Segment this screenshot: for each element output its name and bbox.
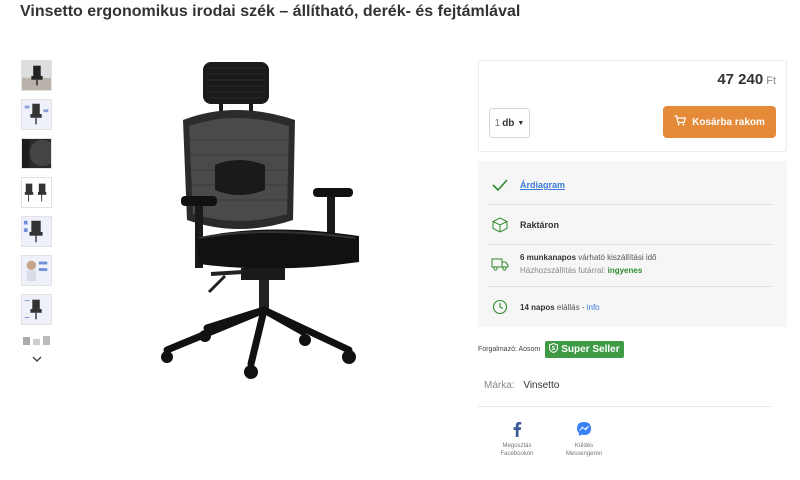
add-to-cart-label: Kosárba rakom [692,116,765,128]
super-seller-label: Super Seller [561,344,620,355]
stock-row: Raktáron [490,215,775,235]
product-main-image[interactable] [155,60,375,386]
price-display: 47 240 Ft [717,71,776,88]
thumbnail-7[interactable] [21,294,52,325]
share-facebook-button[interactable]: Megosztás Facebookon [492,420,542,458]
price-box: 47 240 Ft 1 db ▼ Kosárba rakom [478,60,787,152]
delivery-text: várható kiszállítási idő [578,253,657,262]
truck-icon [490,254,510,274]
quantity-number: 1 [494,117,501,129]
thumbnail-strip [21,60,53,365]
quantity-unit: db [502,117,515,129]
quantity-select[interactable]: 1 db ▼ [489,108,530,138]
caret-down-icon: ▼ [517,119,525,127]
messenger-share-line2: Messengeren [565,451,603,457]
delivery-row: 6 munkanapos várható kiszállítási idő Há… [490,251,775,277]
divider [488,286,773,287]
price-chart-row: Árdiagram [490,175,775,195]
brand-value[interactable]: Vinsetto [523,380,559,391]
messenger-share-line1: Küldés [574,443,594,449]
messenger-icon [575,420,593,438]
thumbnail-4[interactable] [21,177,52,208]
check-icon [490,175,510,195]
shield-icon: S [549,342,559,356]
brand-label: Márka: [484,380,515,391]
thumbnail-2[interactable] [21,99,52,130]
chevron-down-icon[interactable] [21,353,53,365]
seller-line: Forgalmazó: Aosom S Super Seller [478,341,624,358]
stock-status: Raktáron [520,220,560,230]
info-box: Árdiagram Raktáron 6 munkanapos várható … [478,161,787,327]
divider [488,244,773,245]
super-seller-badge: S Super Seller [545,341,624,358]
brand-row: Márka: Vinsetto [484,380,559,391]
return-days: 14 napos [520,302,555,312]
shipping-value: ingyenes [607,266,643,275]
add-to-cart-button[interactable]: Kosárba rakom [663,106,776,138]
shipping-text: Házhozszállítás futárral: [520,266,606,275]
thumbnail-1[interactable] [21,60,52,91]
facebook-share-line2: Facebookon [500,451,534,457]
box-icon [490,215,510,235]
return-row: 14 napos elállás - info [490,297,775,317]
share-messenger-button[interactable]: Küldés Messengeren [559,420,609,458]
price-value: 47 240 [717,71,764,88]
return-info-link[interactable]: info [587,303,600,312]
clock-icon [490,297,510,317]
delivery-days: 6 munkanapos [520,253,577,262]
thumbnail-3[interactable] [21,138,52,169]
page-title: Vinsetto ergonomikus irodai szék – állít… [20,3,521,20]
thumbnail-8[interactable] [21,333,52,349]
seller-label[interactable]: Forgalmazó: Aosom [478,346,540,353]
price-currency: Ft [766,75,776,87]
svg-text:S: S [552,346,556,352]
divider [488,204,773,205]
facebook-icon [508,420,526,438]
thumbnail-6[interactable] [21,255,52,286]
divider [478,406,771,407]
return-text: elállás - [556,302,585,312]
facebook-share-line1: Megosztás [502,443,532,449]
cart-icon [674,115,687,129]
price-chart-link[interactable]: Árdiagram [520,180,565,190]
thumbnail-5[interactable] [21,216,52,247]
